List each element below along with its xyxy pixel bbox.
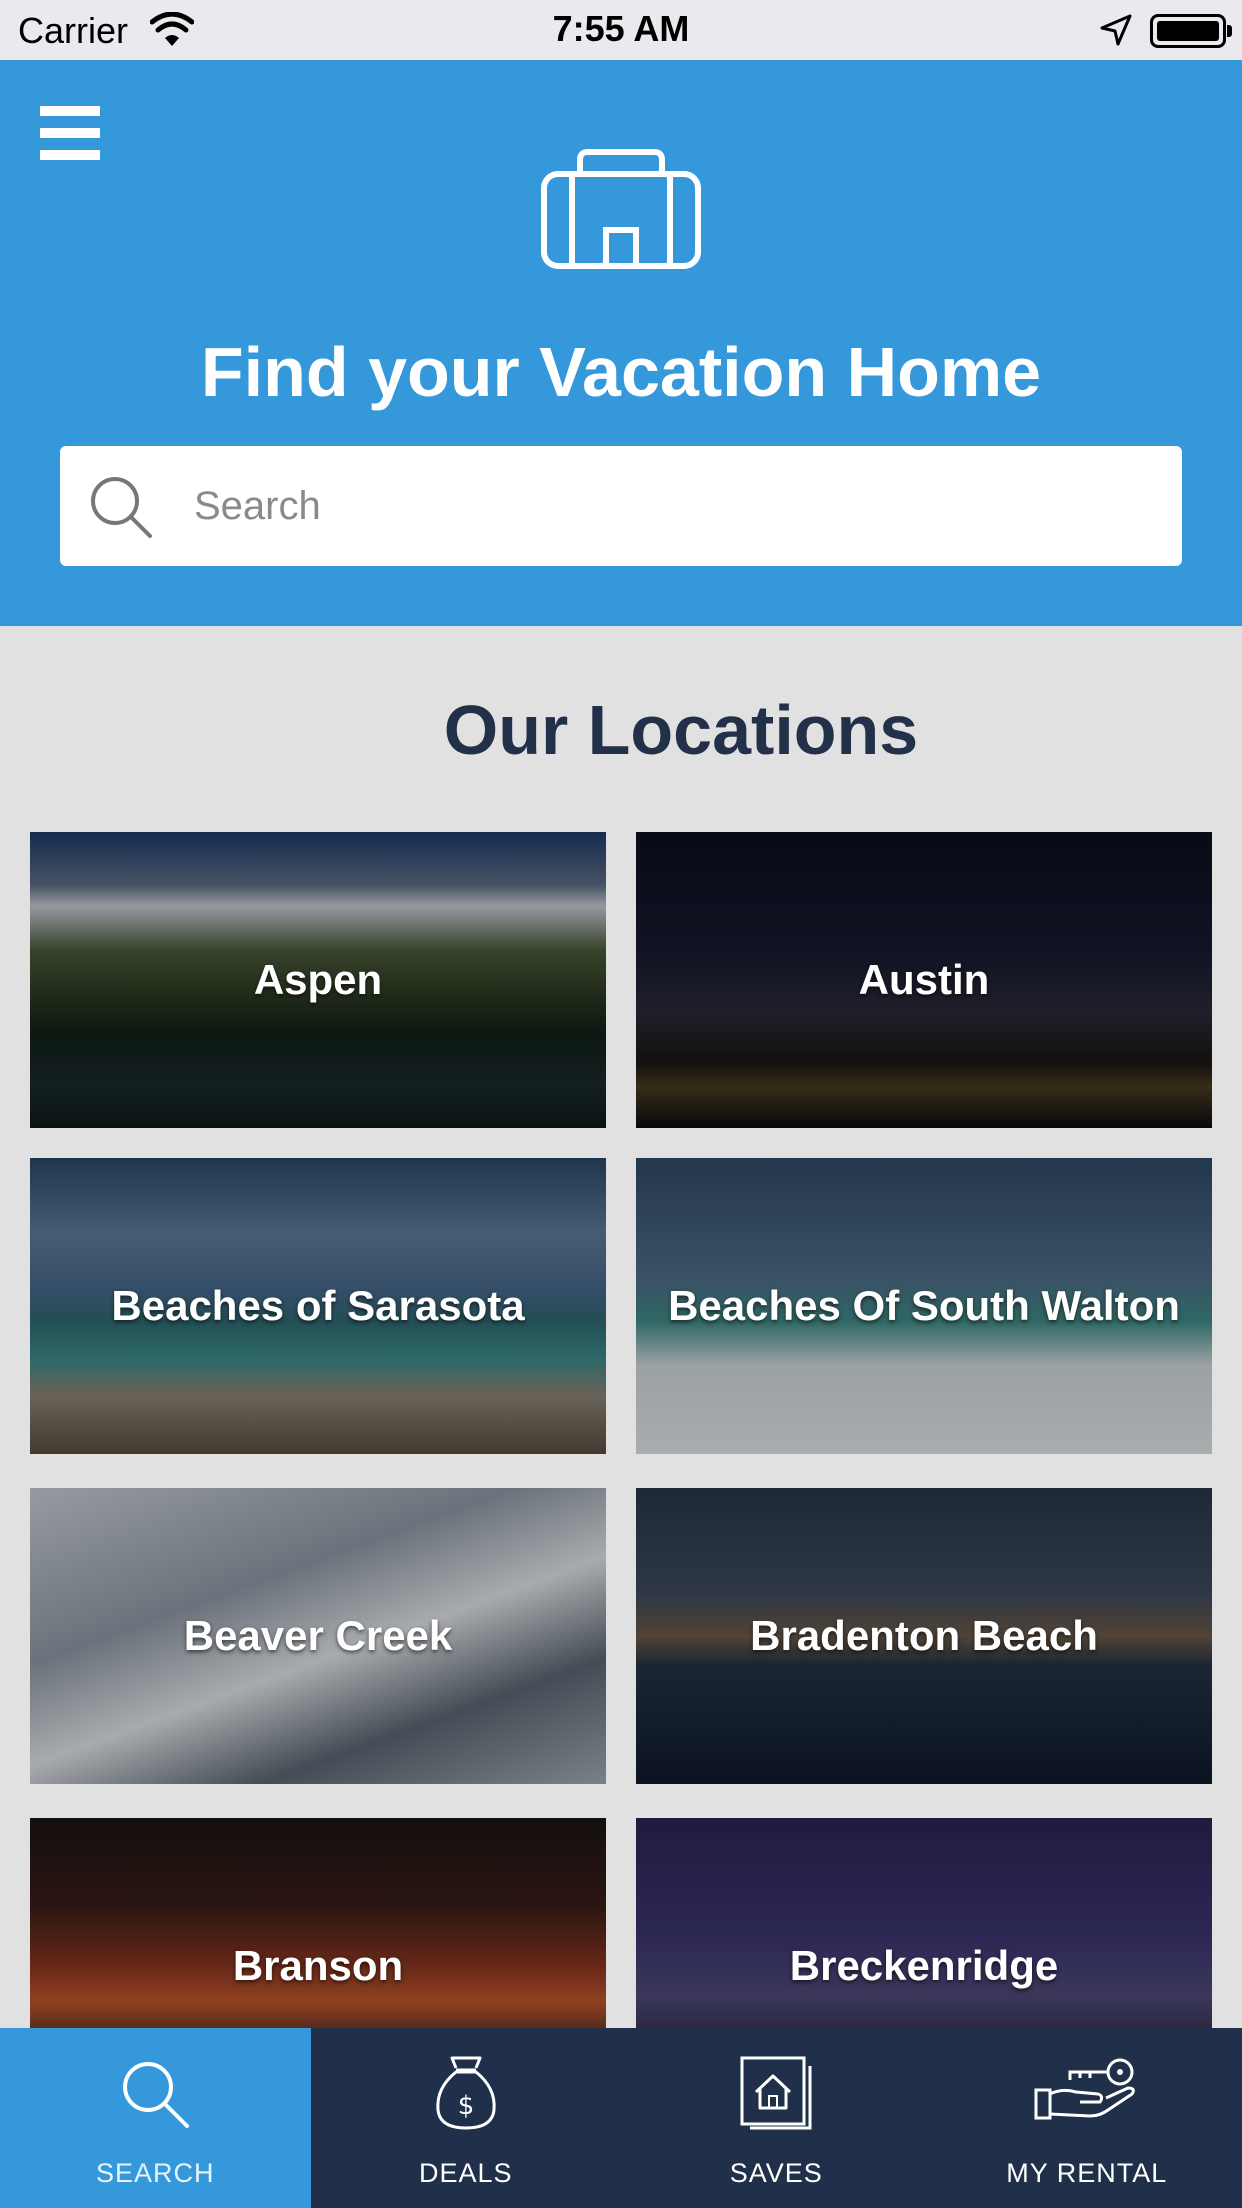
search-input[interactable]	[194, 468, 1154, 544]
tab-label: MY RENTAL	[1006, 2158, 1168, 2188]
menu-bar	[40, 150, 100, 160]
hamburger-menu-button[interactable]	[40, 106, 110, 166]
location-tile-bradenton-beach[interactable]: Bradenton Beach	[636, 1488, 1212, 1784]
tab-saves[interactable]: SAVES	[621, 2028, 932, 2208]
saved-home-icon	[740, 2056, 812, 2130]
status-time: 7:55 AM	[552, 8, 690, 49]
battery-icon	[1150, 14, 1232, 48]
section-title: Our Locations	[443, 691, 919, 769]
search-icon	[91, 477, 152, 538]
location-label: Bradenton Beach	[750, 1612, 1098, 1659]
money-bag-icon: $	[436, 2056, 496, 2130]
location-tile-beaches-of-south-walton[interactable]: Beaches Of South Walton	[636, 1158, 1212, 1454]
vacation-home-logo-icon	[541, 149, 701, 269]
key-hand-icon	[1034, 2058, 1135, 2120]
location-tile-aspen[interactable]: Aspen	[30, 832, 606, 1128]
tab-label: DEALS	[418, 2158, 513, 2188]
svg-text:$: $	[457, 2091, 474, 2121]
location-label: Beaches of Sarasota	[111, 1282, 525, 1329]
location-arrow-icon	[1100, 14, 1132, 46]
location-tile-beaches-of-sarasota[interactable]: Beaches of Sarasota	[30, 1158, 606, 1454]
tab-search[interactable]: SEARCH	[0, 2028, 311, 2208]
bottom-tab-bar: SEARCH $ DEALS SAVES MY RENTAL	[0, 2028, 1242, 2208]
location-tile-beaver-creek[interactable]: Beaver Creek	[30, 1488, 606, 1784]
location-label: Beaches Of South Walton	[668, 1282, 1180, 1329]
search-icon	[123, 2062, 190, 2128]
menu-bar	[40, 106, 100, 116]
header: Find your Vacation Home	[0, 60, 1242, 626]
status-bar: Carrier 7:55 AM	[0, 0, 1242, 60]
location-label: Aspen	[253, 956, 383, 1003]
location-label: Beaver Creek	[183, 1612, 453, 1659]
tab-my-rental[interactable]: MY RENTAL	[932, 2028, 1242, 2208]
tab-deals[interactable]: $ DEALS	[311, 2028, 622, 2208]
search-box[interactable]	[60, 446, 1182, 566]
tab-label: SAVES	[729, 2158, 823, 2188]
tab-label: SEARCH	[95, 2158, 215, 2188]
hero-title: Find your Vacation Home	[200, 333, 1042, 411]
menu-bar	[40, 128, 100, 138]
location-label: Austin	[858, 956, 990, 1003]
location-tile-austin[interactable]: Austin	[636, 832, 1212, 1128]
